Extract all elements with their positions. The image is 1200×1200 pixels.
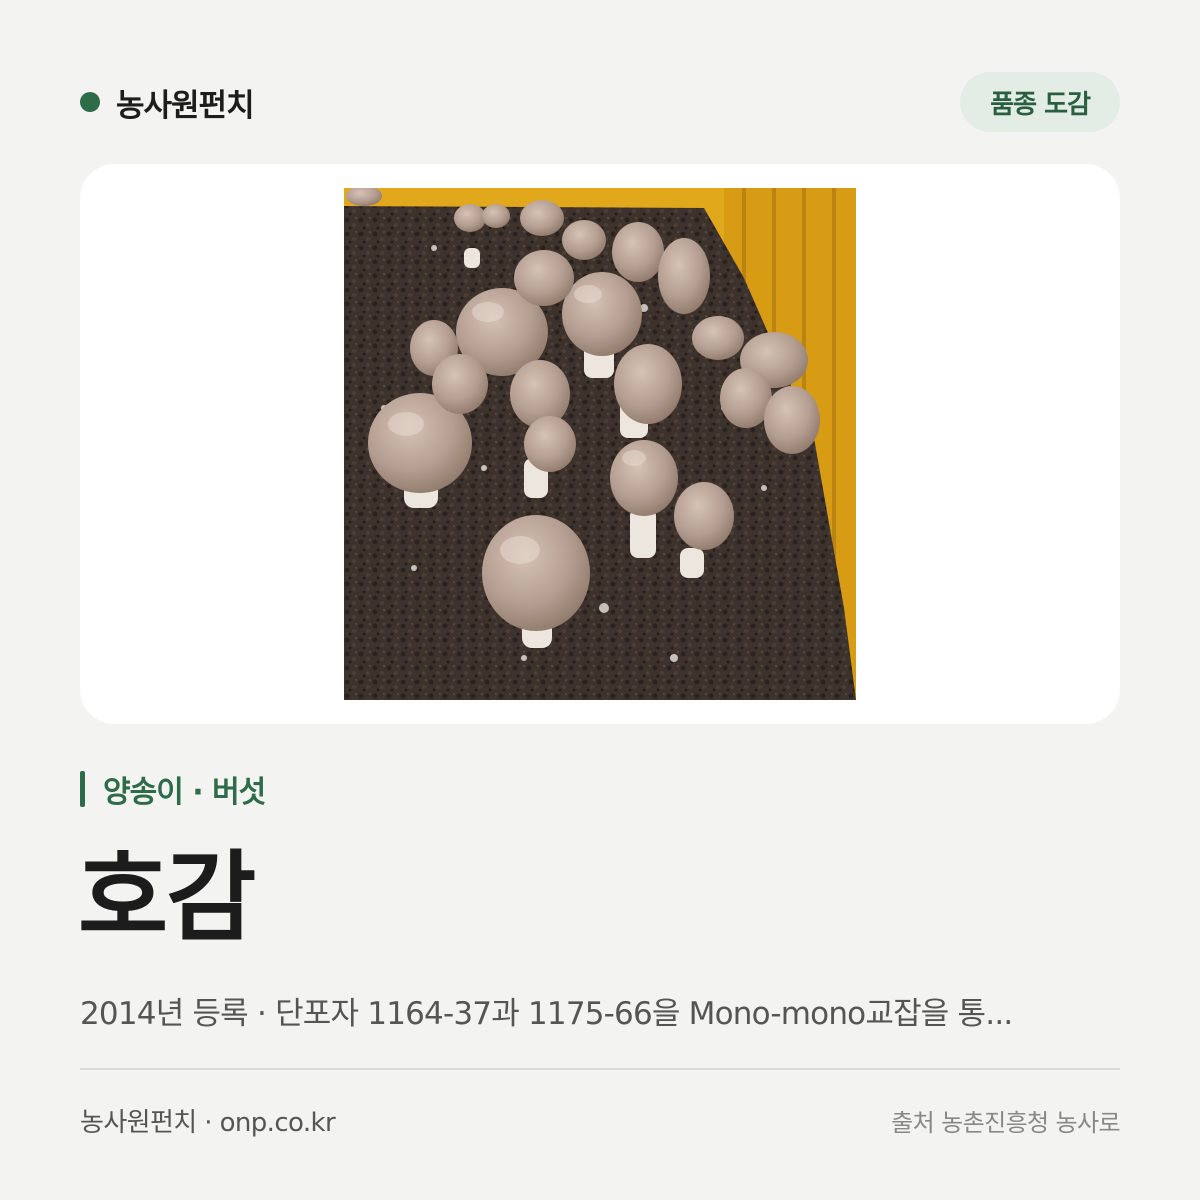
variety-guide-badge[interactable]: 품종 도감 [960, 72, 1120, 132]
brand-name: 농사원펀치 [116, 87, 255, 124]
category-text: 양송이 · 버섯 [103, 775, 266, 810]
brand-dot-icon [80, 92, 100, 112]
footer-site-link[interactable]: 농사원펀치 · onp.co.kr [80, 1102, 336, 1139]
footer-source: 출처 농촌진흥청 농사로 [891, 1108, 1120, 1137]
footer: 농사원펀치 · onp.co.kr 출처 농촌진흥청 농사로 [80, 1098, 1121, 1142]
variety-description: 2014년 등록 · 단포자 1164-37과 1175-66을 Mono-mo… [80, 996, 1013, 1032]
image-card [80, 164, 1120, 724]
mushroom-photo [344, 188, 856, 700]
divider [80, 1068, 1120, 1070]
variety-title: 호감 [78, 841, 256, 955]
category-label: 양송이 · 버섯 [80, 770, 266, 810]
variety-card-page: 농사원펀치 품종 도감 양송이 · 버섯 호감 2014년 등록 · 단포자 1… [0, 0, 1200, 1200]
brand[interactable]: 농사원펀치 [80, 80, 255, 125]
category-accent-bar [80, 771, 85, 807]
header: 농사원펀치 품종 도감 [80, 72, 1120, 132]
